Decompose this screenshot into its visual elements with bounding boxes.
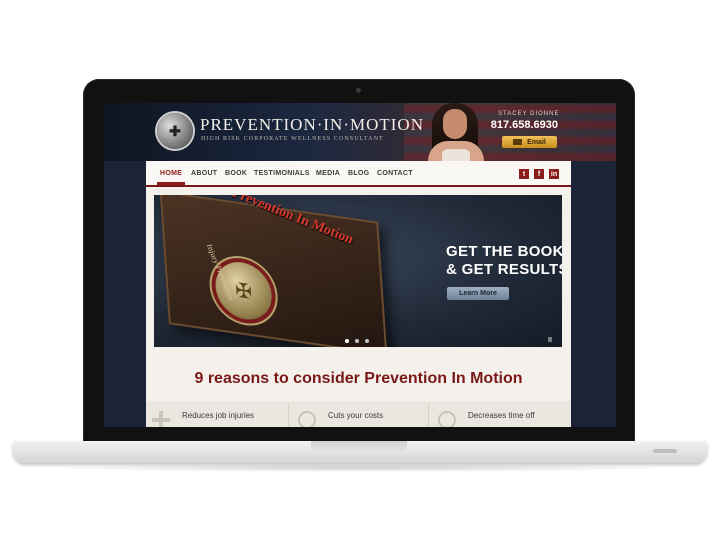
laptop-screen: ✚ PREVENTION·IN·MOTION HIGH RISK CORPORA… bbox=[104, 103, 616, 427]
learn-more-button[interactable]: Learn More bbox=[447, 287, 509, 300]
slide-headline: GET THE BOOK bbox=[446, 243, 562, 260]
hero-slider[interactable]: ✠ Injury Prevention Prevention In Motion… bbox=[154, 195, 562, 347]
nav-item-media[interactable]: MEDIA bbox=[316, 170, 340, 177]
nav-item-home[interactable]: HOME bbox=[156, 170, 186, 185]
plus-icon bbox=[152, 411, 170, 427]
slider-dot-1[interactable] bbox=[345, 339, 349, 343]
brand-tagline: HIGH RISK CORPORATE WELLNESS CONSULTANT bbox=[201, 136, 384, 142]
feature-label: Cuts your costs bbox=[328, 411, 384, 420]
feature-label: Reduces job injuries bbox=[182, 411, 255, 420]
email-button[interactable]: Email bbox=[502, 136, 557, 148]
laptop-indicator bbox=[653, 449, 677, 453]
envelope-icon bbox=[513, 139, 523, 145]
laptop-notch bbox=[311, 441, 407, 453]
slide-subheadline: & GET RESULTS bbox=[446, 261, 562, 278]
facebook-icon[interactable]: f bbox=[534, 169, 544, 179]
twitter-icon[interactable]: t bbox=[519, 169, 529, 179]
consultant-photo bbox=[422, 103, 490, 161]
feature-label: Decreases time off bbox=[468, 411, 535, 420]
content-panel: HOME ABOUT BOOK TESTIMONIALS MEDIA BLOG … bbox=[146, 161, 571, 427]
nav-item-contact[interactable]: CONTACT bbox=[377, 170, 413, 177]
logo-emblem-icon[interactable]: ✚ bbox=[157, 113, 193, 149]
contact-name: STACEY DIONNE bbox=[498, 111, 560, 117]
features-row: Reduces job injuries Cuts your costs Dec… bbox=[146, 401, 571, 427]
laptop-shadow bbox=[40, 464, 680, 472]
slider-dot-3[interactable] bbox=[365, 339, 369, 343]
main-nav: HOME ABOUT BOOK TESTIMONIALS MEDIA BLOG … bbox=[146, 161, 571, 187]
section-title: 9 reasons to consider Prevention In Moti… bbox=[194, 370, 523, 387]
nav-item-about[interactable]: ABOUT bbox=[191, 170, 217, 177]
feature-item[interactable]: Reduces job injuries bbox=[146, 401, 286, 427]
laptop-camera bbox=[356, 88, 361, 93]
email-button-label: Email bbox=[527, 138, 546, 146]
brand-name[interactable]: PREVENTION·IN·MOTION bbox=[200, 115, 424, 135]
nav-item-testimonials[interactable]: TESTIMONIALS bbox=[254, 170, 310, 177]
clock-icon bbox=[298, 411, 316, 427]
nav-item-book[interactable]: BOOK bbox=[225, 170, 247, 177]
pause-icon[interactable]: II bbox=[548, 337, 552, 344]
slider-dot-2[interactable] bbox=[355, 339, 359, 343]
feature-item[interactable]: Cuts your costs bbox=[292, 401, 427, 427]
clock-icon bbox=[438, 411, 456, 427]
contact-phone[interactable]: 817.658.6930 bbox=[486, 119, 558, 131]
site-header: ✚ PREVENTION·IN·MOTION HIGH RISK CORPORA… bbox=[104, 103, 616, 161]
feature-divider bbox=[428, 403, 429, 427]
feature-divider bbox=[288, 403, 289, 427]
linkedin-icon[interactable]: in bbox=[549, 169, 559, 179]
feature-item[interactable]: Decreases time off bbox=[432, 401, 567, 427]
nav-item-blog[interactable]: BLOG bbox=[348, 170, 369, 177]
